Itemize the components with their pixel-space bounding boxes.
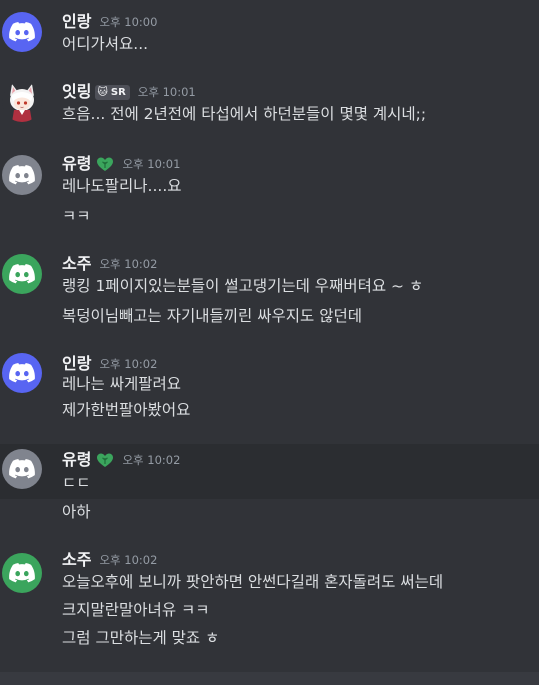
username[interactable]: 유령 bbox=[62, 154, 91, 174]
discord-logo-icon bbox=[9, 264, 35, 284]
user-avatar[interactable] bbox=[2, 155, 42, 195]
message-text: 그럼 그만하는게 맞죠 ㅎ bbox=[62, 629, 220, 647]
username[interactable]: 인랑 bbox=[62, 354, 91, 374]
username[interactable]: 유령 bbox=[62, 450, 91, 470]
user-avatar[interactable] bbox=[2, 12, 42, 52]
message-text: ㄷㄷ bbox=[62, 474, 91, 492]
message-text: ㅋㅋ bbox=[62, 207, 91, 225]
green-heart-leaf-icon[interactable] bbox=[96, 452, 114, 468]
message-text: 흐음... 전에 2년전에 타섭에서 하던분들이 몇몇 계시네;; bbox=[62, 105, 427, 123]
chat-message-list: 인랑 오후 10:00 어디가셔요... 잇링 🐱 SR 오후 10:01 흐음… bbox=[0, 0, 539, 685]
message-group: 인랑 오후 10:02 레나는 싸게팔려요 제가한번팔아봤어요 bbox=[0, 340, 539, 444]
message-text: 레나도팔리나....요 bbox=[62, 177, 182, 195]
discord-logo-icon bbox=[9, 563, 35, 583]
green-heart-leaf-icon[interactable] bbox=[96, 156, 114, 172]
timestamp[interactable]: 오후 10:01 bbox=[122, 154, 180, 174]
username[interactable]: 소주 bbox=[62, 550, 91, 570]
server-tag[interactable]: 🐱 SR bbox=[95, 84, 130, 100]
username[interactable]: 잇링 bbox=[62, 82, 91, 102]
message-header: 유령 오후 10:02 bbox=[62, 450, 180, 470]
message-header: 유령 오후 10:01 bbox=[62, 154, 180, 174]
discord-logo-icon bbox=[9, 22, 35, 42]
message-header: 소주 오후 10:02 bbox=[62, 254, 157, 274]
message-group: 유령 오후 10:01 레나도팔리나....요 ㅋㅋ bbox=[0, 140, 539, 240]
message-header: 소주 오후 10:02 bbox=[62, 550, 157, 570]
username[interactable]: 소주 bbox=[62, 254, 91, 274]
anime-character-icon bbox=[10, 84, 34, 122]
timestamp[interactable]: 오후 10:01 bbox=[138, 82, 196, 102]
message-group: 소주 오후 10:02 오늘오후에 보니까 팟안하면 안썬다길래 혼자돌려도 써… bbox=[0, 540, 539, 672]
message-header: 인랑 오후 10:00 bbox=[62, 12, 157, 32]
timestamp[interactable]: 오후 10:00 bbox=[99, 12, 157, 32]
message-text: 복덩이님빼고는 자기내들끼린 싸우지도 않던데 bbox=[62, 307, 362, 325]
discord-logo-icon bbox=[9, 459, 35, 479]
message-input-edge[interactable] bbox=[0, 672, 539, 685]
timestamp[interactable]: 오후 10:02 bbox=[122, 450, 180, 470]
message-group: 소주 오후 10:02 랭킹 1페이지있는분들이 썰고댕기는데 우째버텨요 ~ … bbox=[0, 240, 539, 340]
discord-logo-icon bbox=[9, 165, 35, 185]
cat-face-icon: 🐱 bbox=[97, 86, 108, 98]
message-text: 어디가셔요... bbox=[62, 35, 149, 53]
message-text: 레나는 싸게팔려요 bbox=[62, 375, 182, 393]
user-avatar[interactable] bbox=[2, 553, 42, 593]
message-text: 크지말란말아녀유 ㅋㅋ bbox=[62, 601, 210, 619]
username[interactable]: 인랑 bbox=[62, 12, 91, 32]
message-group: 인랑 오후 10:00 어디가셔요... bbox=[0, 0, 539, 70]
user-avatar[interactable] bbox=[2, 449, 42, 489]
message-text: 아하 bbox=[62, 503, 91, 521]
timestamp[interactable]: 오후 10:02 bbox=[99, 254, 157, 274]
user-avatar[interactable] bbox=[2, 353, 42, 393]
message-header: 잇링 🐱 SR 오후 10:01 bbox=[62, 82, 196, 102]
message-group: 유령 오후 10:02 ㄷㄷ bbox=[0, 444, 539, 499]
message-continuation: 아하 bbox=[0, 499, 539, 540]
message-header: 인랑 오후 10:02 bbox=[62, 354, 157, 374]
server-tag-label: SR bbox=[110, 86, 126, 98]
timestamp[interactable]: 오후 10:02 bbox=[99, 354, 157, 374]
discord-logo-icon bbox=[9, 363, 35, 383]
user-avatar[interactable] bbox=[2, 82, 42, 122]
timestamp[interactable]: 오후 10:02 bbox=[99, 550, 157, 570]
message-text: 오늘오후에 보니까 팟안하면 안썬다길래 혼자돌려도 써는데 bbox=[62, 573, 444, 591]
user-avatar[interactable] bbox=[2, 254, 42, 294]
message-text: 제가한번팔아봤어요 bbox=[62, 401, 191, 419]
message-group: 잇링 🐱 SR 오후 10:01 흐음... 전에 2년전에 타섭에서 하던분들… bbox=[0, 70, 539, 140]
message-text: 랭킹 1페이지있는분들이 썰고댕기는데 우째버텨요 ~ ㅎ bbox=[62, 277, 424, 295]
